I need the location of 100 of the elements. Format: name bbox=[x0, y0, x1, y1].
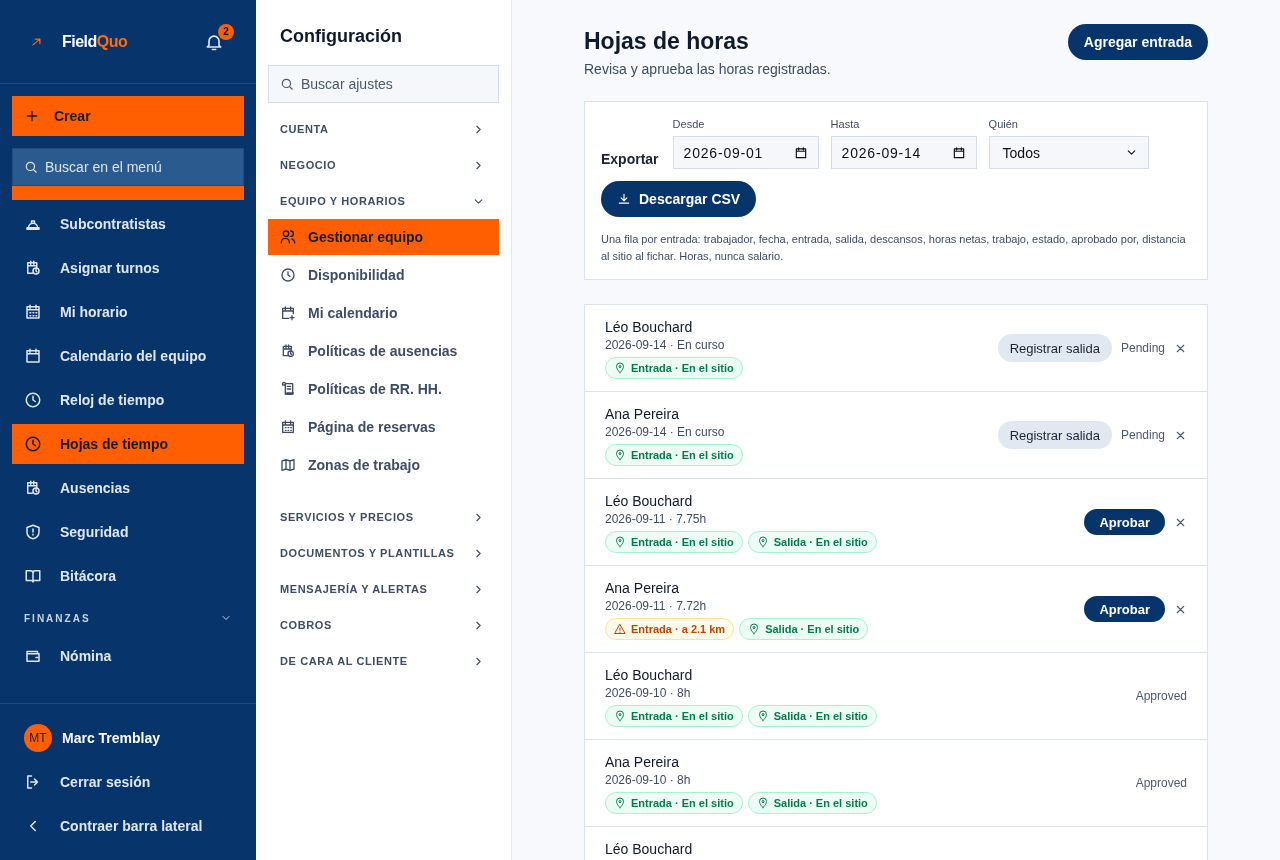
nav-item[interactable]: Mi horario bbox=[12, 292, 244, 332]
status-label: Approved bbox=[1135, 776, 1187, 790]
location-tag: Entrada · En el sitio bbox=[605, 444, 743, 466]
calendar-icon bbox=[793, 145, 808, 160]
worker-name: Ana Pereira bbox=[605, 580, 680, 597]
status-label: Approved bbox=[1135, 689, 1187, 703]
create-button[interactable]: Crear bbox=[12, 96, 244, 136]
brand-logo: FieldQuo bbox=[62, 32, 128, 51]
worker-name: Léo Bouchard bbox=[605, 319, 694, 336]
worker-name: Léo Bouchard bbox=[605, 493, 694, 510]
settings-title: Configuración bbox=[280, 26, 403, 47]
field-label: Quién bbox=[988, 118, 1019, 130]
settings-section[interactable]: DE CARA AL CLIENTE bbox=[268, 643, 499, 679]
clock-icon bbox=[24, 435, 42, 453]
settings-item[interactable]: Zonas de trabajo bbox=[268, 447, 499, 483]
location-tag: Entrada · En el sitio bbox=[605, 705, 743, 727]
status-label: Pending bbox=[1120, 341, 1165, 355]
pin-icon bbox=[614, 710, 626, 722]
location-tag: Entrada · En el sitio bbox=[605, 357, 743, 379]
settings-section[interactable]: NEGOCIO bbox=[268, 147, 499, 183]
clock-icon bbox=[280, 267, 296, 283]
settings-item[interactable]: Mi calendario bbox=[268, 295, 499, 331]
user-name: Marc Tremblay bbox=[62, 730, 161, 746]
location-tag: Salida · En el sitio bbox=[739, 618, 869, 640]
location-tag: Salida · En el sitio bbox=[747, 705, 877, 727]
entry-meta: 2026-09-10 · 8h bbox=[605, 773, 692, 787]
users-icon bbox=[280, 229, 296, 245]
sidebar-link[interactable]: Cerrar sesión bbox=[12, 762, 244, 802]
location-tag: Salida · En el sitio bbox=[747, 531, 877, 553]
clock-out-button[interactable]: Registrar salida bbox=[997, 421, 1112, 449]
settings-section[interactable]: MENSAJERÍA Y ALERTAS bbox=[268, 571, 499, 607]
calendar-icon bbox=[24, 303, 42, 321]
location-tag: Entrada · a 2.1 km bbox=[605, 618, 735, 640]
calendar-clock-icon bbox=[24, 479, 42, 497]
nav-item[interactable]: Asignar turnos bbox=[12, 248, 244, 288]
settings-section[interactable]: SERVICIOS Y PRECIOS bbox=[268, 499, 499, 535]
worker-name: Ana Pereira bbox=[605, 754, 680, 771]
approve-button[interactable]: Aprobar bbox=[1084, 596, 1165, 622]
select-field[interactable]: Todos bbox=[988, 136, 1149, 169]
date-field[interactable]: 2026-09-01 bbox=[672, 136, 819, 169]
settings-item[interactable]: Gestionar equipo bbox=[268, 219, 499, 255]
export-note: Una fila por entrada: trabajador, fecha, entrada, salida, descansos, horas netas, trabajo, estado, aprobado por, distancia al sitio al fichar. Horas, nunca salario. bbox=[601, 232, 1187, 264]
nav-section-title: FINANZAS bbox=[24, 612, 91, 624]
pin-icon bbox=[756, 797, 769, 809]
entry-meta: 2026-09-11 · 7.72h bbox=[605, 599, 708, 613]
nav-item[interactable]: Hojas de tiempo bbox=[12, 424, 244, 464]
search-icon bbox=[280, 77, 294, 91]
settings-item[interactable]: Disponibilidad bbox=[268, 257, 499, 293]
location-tag: Entrada · En el sitio bbox=[605, 792, 743, 814]
notifications-button[interactable]: 2 bbox=[204, 23, 234, 52]
nav-item[interactable]: Seguridad bbox=[12, 512, 244, 552]
warning-icon bbox=[614, 623, 626, 635]
entry-meta: 2026-09-10 · 8h bbox=[605, 686, 692, 700]
entry-meta: 2026-09-14 · En curso bbox=[605, 338, 726, 352]
entry-meta: 2026-09-11 · 7.75h bbox=[605, 512, 708, 526]
settings-section[interactable]: DOCUMENTOS Y PLANTILLAS bbox=[268, 535, 499, 571]
calendar-plus-icon bbox=[280, 305, 296, 321]
clock-out-button[interactable]: Registrar salida bbox=[997, 334, 1112, 362]
clock-icon bbox=[24, 391, 42, 409]
download-icon bbox=[617, 192, 631, 206]
worker-name: Ana Pereira bbox=[605, 406, 680, 423]
entry-meta: 2026-09-14 · En curso bbox=[605, 425, 726, 439]
pin-icon bbox=[614, 449, 626, 461]
pin-icon bbox=[614, 362, 626, 374]
calendar-clock-icon bbox=[280, 343, 296, 359]
user-avatar: MT bbox=[24, 724, 52, 752]
nav-item[interactable]: Reloj de tiempo bbox=[12, 380, 244, 420]
shield-icon bbox=[24, 523, 42, 541]
approve-button[interactable]: Aprobar bbox=[1084, 509, 1165, 535]
settings-item[interactable]: Políticas de ausencias bbox=[268, 333, 499, 369]
location-tag: Salida · En el sitio bbox=[747, 792, 877, 814]
date-field[interactable]: 2026-09-14 bbox=[830, 136, 977, 169]
nav-item[interactable]: Nómina bbox=[12, 636, 244, 676]
location-tag: Entrada · En el sitio bbox=[605, 531, 743, 553]
pin-icon bbox=[614, 536, 626, 548]
calendar-icon bbox=[951, 145, 966, 160]
settings-item[interactable]: Políticas de RR. HH. bbox=[268, 371, 499, 407]
settings-item[interactable]: Página de reservas bbox=[268, 409, 499, 445]
download-csv-button[interactable]: Descargar CSV bbox=[601, 181, 757, 217]
plus-icon bbox=[24, 108, 40, 124]
map-icon bbox=[280, 457, 296, 473]
add-entry-button[interactable]: Agregar entrada bbox=[1067, 24, 1208, 60]
menu-search-field[interactable]: Buscar en el menú bbox=[12, 148, 244, 186]
nav-item[interactable]: Subcontratistas bbox=[12, 204, 244, 244]
settings-section[interactable]: COBROS bbox=[268, 607, 499, 643]
sidebar-link[interactable]: Contraer barra lateral bbox=[12, 806, 244, 846]
export-label: Exportar bbox=[601, 151, 659, 169]
pin-icon bbox=[756, 536, 769, 548]
search-icon bbox=[24, 160, 38, 174]
page-subtitle: Revisa y aprueba las horas registradas. bbox=[584, 61, 831, 77]
nav-item[interactable]: Bitácora bbox=[12, 556, 244, 596]
page-title: Hojas de horas bbox=[584, 28, 750, 55]
settings-search-field[interactable]: Buscar ajustes bbox=[268, 65, 499, 103]
settings-section[interactable]: CUENTA bbox=[268, 111, 499, 147]
status-label: Pending bbox=[1120, 428, 1165, 442]
worker-name: Léo Bouchard bbox=[605, 841, 693, 858]
field-label: Desde bbox=[672, 118, 706, 130]
nav-item[interactable]: Calendario del equipo bbox=[12, 336, 244, 376]
nav-item[interactable]: Ausencias bbox=[12, 468, 244, 508]
settings-section[interactable]: EQUIPO Y HORARIOS bbox=[268, 183, 499, 219]
